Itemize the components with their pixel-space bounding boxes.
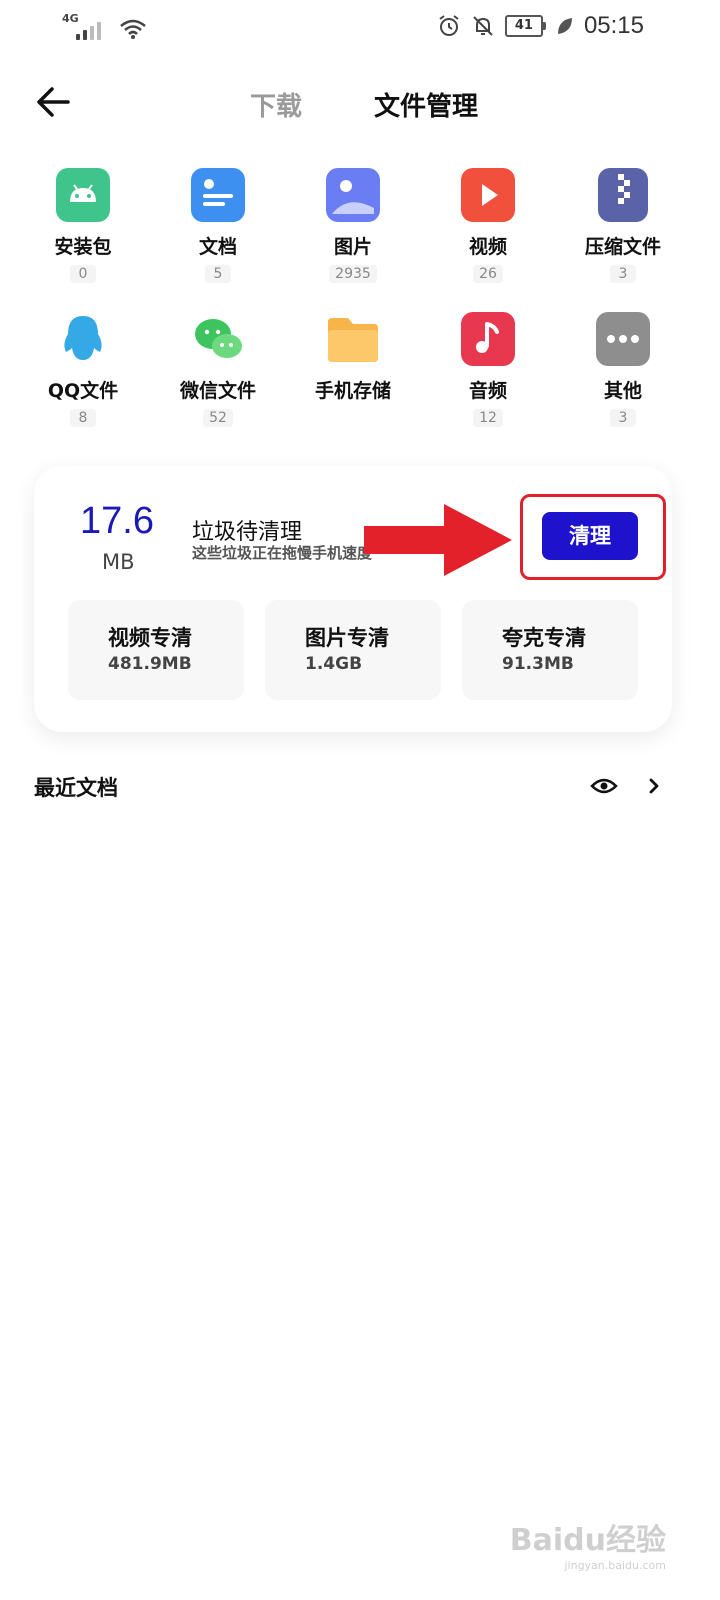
tile-title: 夸克专清 xyxy=(502,626,586,650)
back-arrow-icon[interactable] xyxy=(34,84,74,120)
category-videos[interactable]: 视频 26 xyxy=(428,168,548,283)
category-label: 音频 xyxy=(468,380,507,402)
category-count: 3 xyxy=(610,409,636,427)
watermark-main: Baidu经验 xyxy=(509,1523,666,1558)
tile-size: 91.3MB xyxy=(502,654,574,674)
category-count: 5 xyxy=(205,265,231,283)
tile-video-clean[interactable]: 视频专清 481.9MB xyxy=(68,600,244,700)
category-label: 图片 xyxy=(333,236,372,258)
category-count: 12 xyxy=(473,409,503,427)
status-left: 4G xyxy=(62,12,147,40)
network-type: 4G xyxy=(62,12,79,25)
category-count: 0 xyxy=(70,265,96,283)
category-images[interactable]: 图片 2935 xyxy=(293,168,413,283)
cleanup-tiles: 视频专清 481.9MB 图片专清 1.4GB 夸克专清 91.3MB xyxy=(68,600,638,700)
junk-subtitle: 这些垃圾正在拖慢手机速度 xyxy=(192,544,373,562)
qq-icon xyxy=(56,312,110,366)
category-label: 其他 xyxy=(603,380,642,402)
image-icon xyxy=(326,168,380,222)
signal-icon xyxy=(76,22,101,40)
category-label: 视频 xyxy=(468,236,507,258)
video-icon xyxy=(461,168,515,222)
alarm-icon xyxy=(439,15,459,36)
category-documents[interactable]: 文档 5 xyxy=(158,168,278,283)
header: 下载 文件管理 xyxy=(0,70,720,134)
category-archives[interactable]: 压缩文件 3 xyxy=(563,168,683,283)
tile-image-clean[interactable]: 图片专清 1.4GB xyxy=(265,600,441,700)
battery-icon: 41 xyxy=(504,15,546,37)
category-count: 52 xyxy=(203,409,233,427)
music-icon xyxy=(461,312,515,366)
clock: 05:15 xyxy=(583,12,644,39)
category-wechat-files[interactable]: 微信文件 52 xyxy=(158,312,278,427)
category-apk[interactable]: 安装包 0 xyxy=(23,168,143,283)
watermark-sub: jingyan.baidu.com xyxy=(564,1559,666,1572)
tile-size: 481.9MB xyxy=(108,654,192,674)
mute-bell-icon xyxy=(473,16,493,36)
category-count: 8 xyxy=(70,409,96,427)
more-icon xyxy=(596,312,650,366)
category-label: 安装包 xyxy=(54,236,112,258)
cleanup-card: 17.6 MB 垃圾待清理 这些垃圾正在拖慢手机速度 清理 视频专清 481.9… xyxy=(34,466,672,732)
category-audio[interactable]: 音频 12 xyxy=(428,312,548,427)
wifi-icon xyxy=(120,19,146,39)
tile-quark-clean[interactable]: 夸克专清 91.3MB xyxy=(462,600,638,700)
document-icon xyxy=(191,168,245,222)
category-count: 3 xyxy=(610,265,636,283)
category-other[interactable]: 其他 3 xyxy=(563,312,683,427)
recent-docs-title: 最近文档 xyxy=(34,776,118,800)
category-label: 微信文件 xyxy=(179,380,256,402)
category-label: QQ文件 xyxy=(47,380,119,402)
wechat-icon xyxy=(191,312,245,366)
baidu-watermark: Baidu经验 jingyan.baidu.com xyxy=(510,1515,666,1572)
leaf-icon xyxy=(557,18,572,34)
tab-file-manager[interactable]: 文件管理 xyxy=(374,86,478,123)
status-bar: 4G 41 05:15 xyxy=(0,0,720,52)
tile-title: 图片专清 xyxy=(305,626,389,650)
category-label: 手机存储 xyxy=(314,380,391,402)
tile-size: 1.4GB xyxy=(305,654,363,674)
category-qq-files[interactable]: QQ文件 8 xyxy=(23,312,143,427)
junk-size: 17.6 xyxy=(80,500,154,542)
eye-icon[interactable] xyxy=(590,772,618,800)
category-phone-storage[interactable]: 手机存储 xyxy=(293,312,413,403)
clean-button[interactable]: 清理 xyxy=(542,512,638,560)
chevron-right-icon[interactable] xyxy=(646,774,662,798)
status-right: 41 05:15 xyxy=(437,12,644,40)
category-count: 2935 xyxy=(329,265,377,283)
category-label: 压缩文件 xyxy=(584,236,661,258)
tab-download[interactable]: 下载 xyxy=(250,86,302,123)
junk-size-unit: MB xyxy=(102,550,135,574)
category-count: 26 xyxy=(473,265,503,283)
red-arrow-icon xyxy=(364,504,512,576)
android-icon xyxy=(56,168,110,222)
battery-level: 41 xyxy=(504,15,543,37)
tile-title: 视频专清 xyxy=(108,626,192,650)
folder-icon xyxy=(326,312,380,366)
zip-icon xyxy=(598,168,648,222)
category-label: 文档 xyxy=(198,236,237,258)
